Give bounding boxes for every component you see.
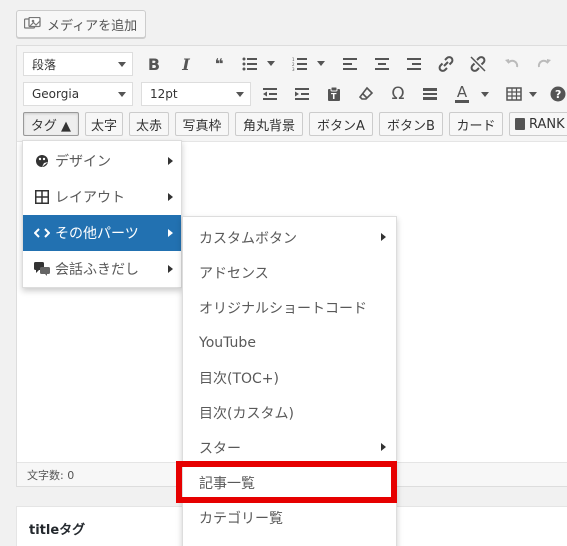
button-a-tag-label: ボタンA [317, 118, 365, 134]
tag-dropdown-menu: デザイン レイアウト その他パーツ 会話ふきだし [22, 140, 182, 288]
menu-item-layout[interactable]: レイアウト [23, 179, 181, 215]
title-tag-heading: titleタグ [29, 523, 86, 538]
blockquote-icon[interactable]: ❝ [207, 53, 229, 75]
submenu-item-original-shortcode[interactable]: オリジナルショートコード [183, 290, 396, 325]
menu-item-design-label: デザイン [55, 154, 111, 170]
submenu-item-youtube[interactable]: YouTube [183, 325, 396, 360]
submenu-item-youtube-label: YouTube [199, 334, 256, 351]
submenu-item-custom-button[interactable]: カスタムボタン [183, 220, 396, 255]
undo-icon[interactable] [501, 53, 523, 75]
bold-label: B [147, 54, 161, 74]
code-icon [33, 227, 51, 239]
button-b-tag-button[interactable]: ボタンB [379, 112, 443, 136]
bullet-list-icon[interactable] [239, 53, 261, 75]
button-a-tag-button[interactable]: ボタンA [309, 112, 373, 136]
submenu-item-toc-custom-label: 目次(カスタム) [199, 405, 294, 422]
bold-tag-button[interactable]: 太字 [85, 112, 123, 136]
tag-dropdown-button[interactable]: タグ ▲ [23, 112, 79, 136]
submenu-item-category-list[interactable]: カテゴリー覧 [183, 500, 396, 535]
italic-label: I [182, 54, 190, 74]
menu-item-other-parts[interactable]: その他パーツ [23, 215, 181, 251]
font-family-value: Georgia [32, 87, 80, 101]
submenu-item-star[interactable]: スター [183, 430, 396, 465]
italic-icon[interactable]: I [175, 53, 197, 75]
tag-dropdown-label: タグ ▲ [30, 118, 72, 134]
format-select[interactable]: 段落 [23, 52, 133, 76]
submenu-arrow-icon [381, 443, 386, 451]
text-color-label: A [456, 83, 468, 101]
photo-frame-tag-label: 写真枠 [182, 118, 222, 134]
rounded-background-tag-button[interactable]: 角丸背景 [235, 112, 303, 136]
text-color-icon[interactable]: A [451, 83, 473, 105]
submenu-item-star-label: スター [199, 440, 241, 457]
grid-icon [33, 190, 51, 204]
horizontal-line-icon[interactable] [419, 83, 441, 105]
add-media-label: メディアを追加 [47, 18, 138, 34]
card-tag-label: カード [456, 118, 496, 134]
font-family-select[interactable]: Georgia [23, 82, 133, 106]
chat-bubble-icon [33, 262, 51, 276]
svg-text:T: T [331, 92, 337, 101]
menu-item-other-parts-label: その他パーツ [55, 226, 139, 242]
button-b-tag-label: ボタンB [387, 118, 435, 134]
svg-text:3: 3 [292, 67, 295, 71]
submenu-arrow-icon [381, 233, 386, 241]
numbered-list-caret-icon[interactable] [317, 61, 325, 66]
outdent-icon[interactable] [259, 83, 281, 105]
font-size-value: 12pt [150, 87, 178, 101]
submenu-item-adsense[interactable]: アドセンス [183, 255, 396, 290]
align-left-icon[interactable] [339, 53, 361, 75]
photo-frame-tag-button[interactable]: 写真枠 [175, 112, 229, 136]
link-icon[interactable] [435, 53, 457, 75]
highlight-box [176, 461, 397, 503]
palette-icon [33, 154, 51, 168]
submenu-item-toc-custom[interactable]: 目次(カスタム) [183, 395, 396, 430]
font-size-select[interactable]: 12pt [141, 82, 251, 106]
bold-red-tag-button[interactable]: 太赤 [129, 112, 169, 136]
table-icon[interactable] [503, 83, 525, 105]
book-icon [515, 118, 525, 130]
menu-item-speech-bubble-label: 会話ふきだし [55, 262, 139, 278]
redo-icon[interactable] [533, 53, 555, 75]
submenu-item-original-shortcode-label: オリジナルショートコード [199, 300, 367, 317]
add-media-button[interactable]: メディアを追加 [16, 10, 147, 38]
menu-item-layout-label: レイアウト [55, 190, 125, 206]
text-color-caret-icon[interactable] [481, 92, 489, 97]
align-center-icon[interactable] [371, 53, 393, 75]
submenu-arrow-icon [168, 157, 173, 165]
unlink-icon[interactable] [467, 53, 489, 75]
indent-icon[interactable] [291, 83, 313, 105]
submenu-item-toc-plus-label: 目次(TOC+) [199, 370, 280, 387]
submenu-arrow-icon [168, 265, 173, 273]
submenu-arrow-icon [168, 193, 173, 201]
submenu-item-category-list-label: カテゴリー覧 [199, 510, 283, 527]
editor-toolbar: 段落 B I ❝ 123 Georgia 12pt T Ω A ? タグ ▲ 太… [17, 46, 567, 142]
bold-tag-label: 太字 [91, 118, 118, 134]
format-select-value: 段落 [32, 57, 57, 72]
help-icon[interactable]: ? [547, 83, 567, 105]
special-character-icon[interactable]: Ω [387, 83, 409, 105]
table-caret-icon[interactable] [529, 92, 537, 97]
submenu-item-custom-button-label: カスタムボタン [199, 230, 297, 247]
rank-tag-label: RANK [529, 116, 565, 132]
card-tag-button[interactable]: カード [449, 112, 503, 136]
special-character-label: Ω [391, 84, 405, 104]
menu-item-design[interactable]: デザイン [23, 143, 181, 179]
bold-icon[interactable]: B [143, 53, 165, 75]
numbered-list-icon[interactable]: 123 [289, 53, 311, 75]
media-icon [23, 16, 43, 32]
paste-text-icon[interactable]: T [323, 83, 345, 105]
submenu-arrow-icon [168, 229, 173, 237]
menu-item-speech-bubble[interactable]: 会話ふきだし [23, 251, 181, 287]
submenu-item-adsense-label: アドセンス [199, 265, 269, 282]
clear-formatting-icon[interactable] [355, 83, 377, 105]
align-right-icon[interactable] [403, 53, 425, 75]
rank-tag-button[interactable]: RANK [509, 112, 567, 136]
svg-text:?: ? [555, 88, 561, 101]
word-count: 文字数: 0 [27, 468, 75, 482]
bullet-list-caret-icon[interactable] [267, 61, 275, 66]
bold-red-tag-label: 太赤 [135, 118, 162, 134]
rounded-background-tag-label: 角丸背景 [242, 118, 295, 134]
submenu-item-toc-plus[interactable]: 目次(TOC+) [183, 360, 396, 395]
